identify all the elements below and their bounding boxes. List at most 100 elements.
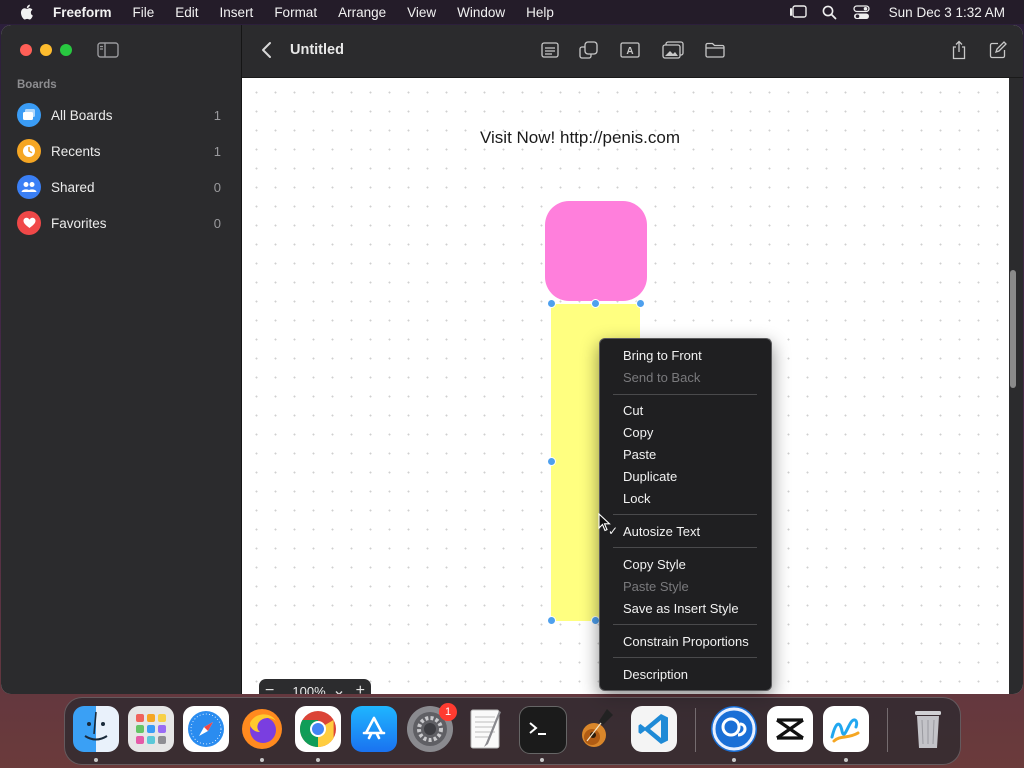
sidebar-item-label: All Boards — [51, 107, 113, 123]
stage-manager-icon[interactable] — [789, 3, 807, 21]
screen-sharing-icon[interactable] — [711, 706, 757, 752]
sticky-note-icon[interactable] — [539, 40, 561, 60]
running-indicator — [732, 758, 736, 762]
mouse-pointer-icon — [598, 512, 611, 532]
window-zoom-button[interactable] — [60, 44, 72, 56]
boards-heading: Boards — [17, 79, 57, 91]
spotlight-search-icon[interactable] — [821, 3, 839, 21]
media-icon[interactable] — [662, 40, 684, 60]
heart-icon — [17, 211, 41, 235]
sidebar-item-label: Recents — [51, 143, 101, 159]
window-minimize-button[interactable] — [40, 44, 52, 56]
rounded-square-shape[interactable] — [545, 201, 647, 301]
new-board-icon[interactable] — [987, 40, 1009, 60]
menu-item-paste[interactable]: Paste — [623, 447, 656, 462]
menu-help[interactable]: Help — [526, 5, 554, 20]
menu-edit[interactable]: Edit — [175, 5, 198, 20]
running-indicator — [540, 758, 544, 762]
freeform-icon[interactable] — [823, 706, 869, 752]
sidebar-item-count: 1 — [213, 143, 221, 159]
menu-view[interactable]: View — [407, 5, 436, 20]
svg-text:A: A — [626, 46, 633, 57]
firefox-icon[interactable] — [239, 706, 285, 752]
capcut-icon[interactable] — [767, 706, 813, 752]
zoom-out-button[interactable]: − — [259, 682, 280, 694]
running-indicator — [94, 758, 98, 762]
menu-item-save-as-insert-style[interactable]: Save as Insert Style — [623, 601, 739, 616]
sidebar-item-all-boards[interactable]: All Boards 1 — [17, 100, 223, 130]
menu-separator — [613, 514, 757, 515]
sidebar-item-recents[interactable]: Recents 1 — [17, 136, 223, 166]
vertical-scrollbar[interactable] — [1010, 270, 1016, 388]
running-indicator — [260, 758, 264, 762]
running-indicator — [316, 758, 320, 762]
sidebar-item-label: Shared — [51, 179, 95, 195]
menu-item-copy[interactable]: Copy — [623, 425, 653, 440]
control-center-icon[interactable] — [853, 3, 871, 21]
all-boards-icon — [17, 103, 41, 127]
sidebar-item-count: 1 — [213, 107, 221, 123]
zoom-in-button[interactable]: + — [350, 682, 371, 694]
trash-icon[interactable] — [905, 706, 951, 752]
menu-separator — [613, 657, 757, 658]
menu-file[interactable]: File — [133, 5, 155, 20]
menu-separator — [613, 394, 757, 395]
textedit-icon[interactable] — [463, 706, 509, 752]
menu-item-send-to-back: Send to Back — [623, 370, 701, 385]
safari-icon[interactable] — [183, 706, 229, 752]
people-icon — [17, 175, 41, 199]
vscode-icon[interactable] — [631, 706, 677, 752]
menu-window[interactable]: Window — [457, 5, 505, 20]
zoom-level[interactable]: 100% — [292, 684, 325, 695]
app-store-icon[interactable] — [351, 706, 397, 752]
running-indicator — [844, 758, 848, 762]
finder-icon[interactable] — [73, 706, 119, 752]
selection-handle[interactable] — [591, 299, 600, 308]
sidebar-item-shared[interactable]: Shared 0 — [17, 172, 223, 202]
chevron-down-icon[interactable] — [334, 686, 344, 694]
menu-separator — [613, 624, 757, 625]
menu-arrange[interactable]: Arrange — [338, 5, 386, 20]
menu-format[interactable]: Format — [274, 5, 317, 20]
menu-clock[interactable]: Sun Dec 3 1:32 AM — [889, 5, 1005, 20]
menu-item-bring-to-front[interactable]: Bring to Front — [623, 348, 702, 363]
menu-item-copy-style[interactable]: Copy Style — [623, 557, 686, 572]
terminal-icon[interactable] — [519, 706, 567, 754]
sidebar-item-favorites[interactable]: Favorites 0 — [17, 208, 223, 238]
canvas-text-box[interactable]: Visit Now! http://penis.com — [480, 128, 680, 148]
share-icon[interactable] — [948, 40, 970, 60]
selection-handle[interactable] — [636, 299, 645, 308]
context-menu: Bring to Front Send to Back Cut Copy Pas… — [599, 338, 772, 691]
sidebar-toggle-icon[interactable] — [97, 41, 119, 59]
menu-bar: Freeform File Edit Insert Format Arrange… — [0, 0, 1024, 24]
selection-handle[interactable] — [547, 299, 556, 308]
window-close-button[interactable] — [20, 44, 32, 56]
launchpad-icon[interactable] — [128, 706, 174, 752]
back-chevron-icon[interactable] — [260, 41, 274, 59]
menu-item-constrain-proportions[interactable]: Constrain Proportions — [623, 634, 749, 649]
menu-item-lock[interactable]: Lock — [623, 491, 650, 506]
selection-handle[interactable] — [547, 457, 556, 466]
text-box-icon[interactable]: A — [619, 40, 641, 60]
dock-separator — [695, 708, 696, 752]
shapes-icon[interactable] — [578, 40, 600, 60]
menu-insert[interactable]: Insert — [220, 5, 254, 20]
menu-item-autosize-text[interactable]: Autosize Text — [623, 524, 700, 539]
sidebar-item-count: 0 — [213, 179, 221, 195]
menu-item-duplicate[interactable]: Duplicate — [623, 469, 677, 484]
menu-item-description[interactable]: Description — [623, 667, 688, 682]
board-toolbar: Untitled A — [242, 25, 1023, 78]
garageband-icon[interactable] — [575, 706, 621, 752]
sidebar: Boards All Boards 1 Recents 1 Shared 0 F… — [1, 25, 242, 694]
apple-menu-icon[interactable] — [19, 4, 35, 20]
dock-separator — [887, 708, 888, 752]
file-icon[interactable] — [704, 40, 726, 60]
sidebar-item-count: 0 — [213, 215, 221, 231]
clock-icon — [17, 139, 41, 163]
board-title[interactable]: Untitled — [290, 42, 344, 58]
menu-app-name[interactable]: Freeform — [53, 5, 112, 20]
chrome-icon[interactable] — [295, 706, 341, 752]
menu-separator — [613, 547, 757, 548]
menu-item-cut[interactable]: Cut — [623, 403, 643, 418]
selection-handle[interactable] — [547, 616, 556, 625]
